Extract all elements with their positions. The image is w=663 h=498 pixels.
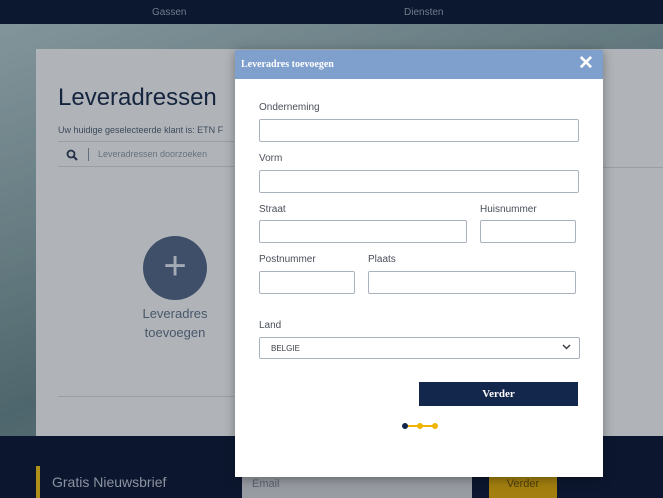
add-address-modal: Leveradres toevoegen ✕ Onderneming Vorm … <box>235 50 603 477</box>
postnummer-label: Postnummer <box>259 254 316 265</box>
step-dot-2 <box>417 423 423 429</box>
onderneming-input[interactable] <box>259 119 579 142</box>
postnummer-input[interactable] <box>259 271 355 294</box>
huisnummer-label: Huisnummer <box>480 204 537 215</box>
plaats-label: Plaats <box>368 254 396 265</box>
step-dot-3 <box>432 423 438 429</box>
close-icon[interactable]: ✕ <box>575 53 597 75</box>
straat-input[interactable] <box>259 220 467 243</box>
modal-title: Leveradres toevoegen <box>241 59 334 70</box>
vorm-input[interactable] <box>259 170 579 193</box>
next-button[interactable]: Verder <box>419 382 578 406</box>
step-progress-indicator <box>402 419 438 433</box>
chevron-down-icon <box>562 342 571 354</box>
vorm-label: Vorm <box>259 153 283 164</box>
modal-header: Leveradres toevoegen ✕ <box>235 50 603 79</box>
land-select[interactable]: BELGIE <box>259 337 580 359</box>
land-selected-value: BELGIE <box>271 344 300 353</box>
plaats-input[interactable] <box>368 271 576 294</box>
onderneming-label: Onderneming <box>259 102 320 113</box>
huisnummer-input[interactable] <box>480 220 576 243</box>
straat-label: Straat <box>259 204 286 215</box>
step-dot-1 <box>402 423 408 429</box>
land-label: Land <box>259 320 282 331</box>
